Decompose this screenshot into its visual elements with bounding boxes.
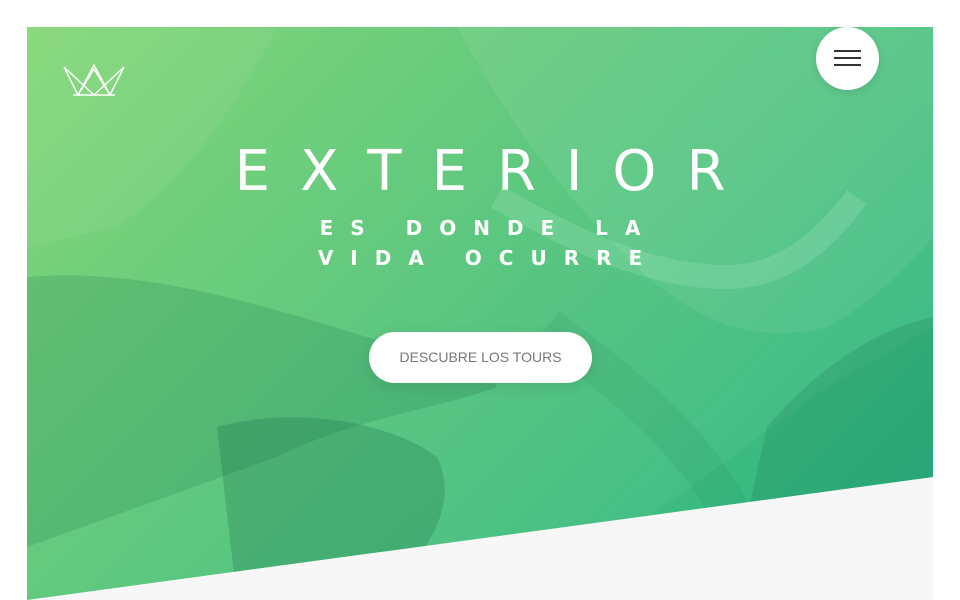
hero-subtitle: ES DONDE LA VIDA OCURRE [317,216,660,270]
hero-title: EXTERIOR [234,139,756,204]
discover-tours-button[interactable]: DESCUBRE LOS TOURS [369,332,592,383]
hamburger-menu-icon [834,50,861,52]
hero-heading: EXTERIOR ES DONDE LA VIDA OCURRE [27,139,933,273]
hamburger-menu-icon-line [834,57,861,59]
page: EXTERIOR ES DONDE LA VIDA OCURRE DESCUBR… [0,0,960,600]
navigation-menu-button[interactable] [816,27,879,90]
crown-logo-icon[interactable] [63,63,125,97]
hamburger-menu-icon-line [834,64,861,66]
